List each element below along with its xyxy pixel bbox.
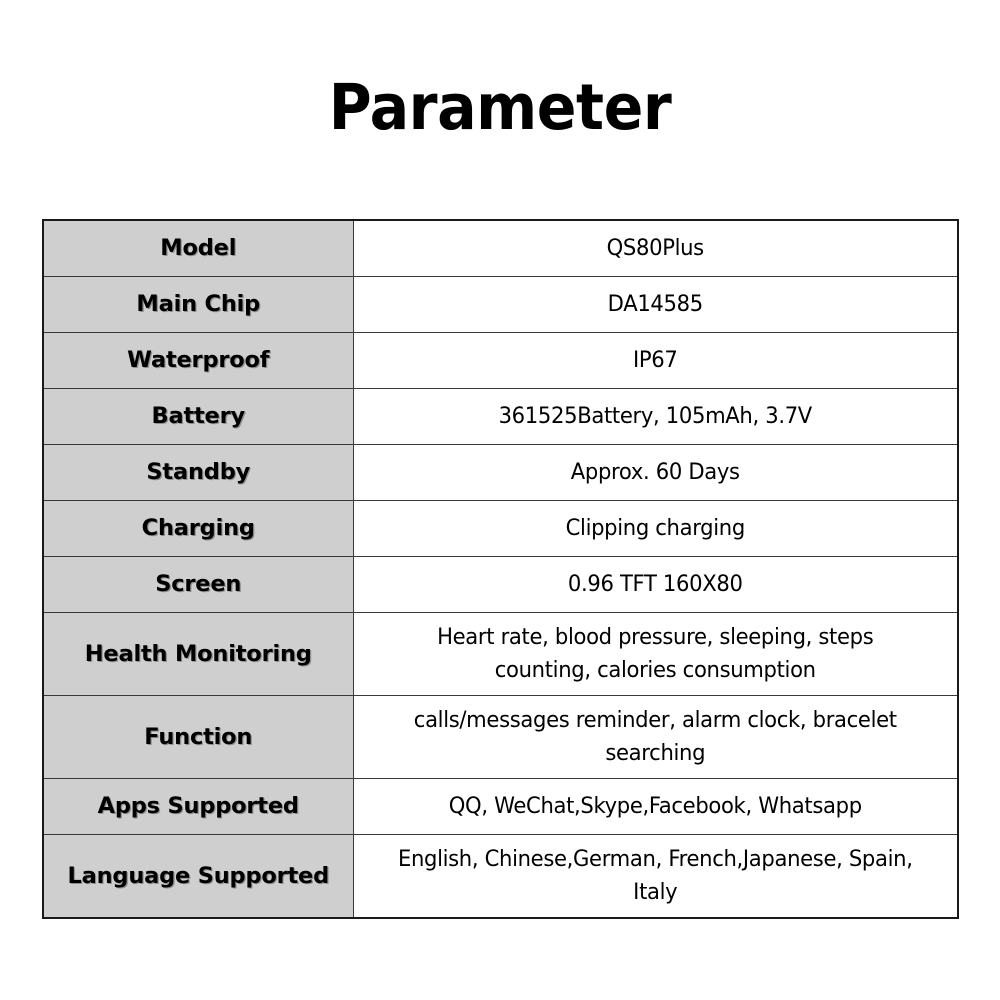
spec-label-screen: Screen: [42, 556, 354, 613]
spec-label-model: Model: [42, 219, 354, 277]
spec-label-main-chip: Main Chip: [42, 276, 354, 333]
spec-value-function: calls/messages reminder, alarm clock, br…: [364, 695, 947, 779]
spec-value-battery: 361525Battery, 105mAh, 3.7V: [364, 388, 947, 445]
spec-value-line: QQ, WeChat,Skype,Facebook, Whatsapp: [448, 794, 862, 819]
table-row: Function calls/messages reminder, alarm …: [42, 695, 958, 779]
spec-value-charging: Clipping charging: [364, 500, 947, 557]
table-row: Waterproof IP67: [42, 332, 958, 389]
spec-value-line: 0.96 TFT 160X80: [567, 572, 743, 597]
spec-value-line: IP67: [633, 348, 678, 373]
spec-label-health-monitoring: Health Monitoring: [42, 612, 354, 696]
spec-label-battery: Battery: [42, 388, 354, 445]
spec-value-line: searching: [605, 741, 706, 766]
spec-value-line: 361525Battery, 105mAh, 3.7V: [498, 404, 813, 429]
spec-value-line: English, Chinese,German, French,Japanese…: [397, 847, 913, 872]
table-row: Language Supported English, Chinese,Germ…: [42, 834, 958, 919]
spec-label-waterproof: Waterproof: [42, 332, 354, 389]
parameter-spec-sheet: Parameter Model QS80Plus Main Chip DA145…: [0, 0, 1000, 1000]
specification-table: Model QS80Plus Main Chip DA14585 Waterpr…: [42, 219, 959, 919]
table-row: Screen 0.96 TFT 160X80: [42, 556, 958, 613]
table-row: Standby Approx. 60 Days: [42, 444, 958, 501]
table-row: Health Monitoring Heart rate, blood pres…: [42, 612, 958, 696]
spec-value-standby: Approx. 60 Days: [364, 444, 947, 501]
spec-value-line: DA14585: [607, 292, 704, 317]
spec-value-language-supported: English, Chinese,German, French,Japanese…: [364, 834, 947, 919]
spec-value-line: Heart rate, blood pressure, sleeping, st…: [437, 625, 874, 650]
spec-value-line: Italy: [633, 880, 678, 905]
spec-value-line: QS80Plus: [606, 236, 705, 261]
table-row: Model QS80Plus: [42, 219, 958, 277]
page-title: Parameter: [328, 71, 672, 144]
spec-value-waterproof: IP67: [364, 332, 947, 389]
table-row: Battery 361525Battery, 105mAh, 3.7V: [42, 388, 958, 445]
spec-value-screen: 0.96 TFT 160X80: [364, 556, 947, 613]
spec-value-apps-supported: QQ, WeChat,Skype,Facebook, Whatsapp: [364, 778, 947, 835]
specification-table-body: Model QS80Plus Main Chip DA14585 Waterpr…: [42, 219, 958, 919]
spec-value-line: calls/messages reminder, alarm clock, br…: [413, 708, 897, 733]
spec-value-line: counting, calories consumption: [494, 658, 816, 683]
table-row: Charging Clipping charging: [42, 500, 958, 557]
spec-value-line: Approx. 60 Days: [570, 460, 740, 485]
spec-value-main-chip: DA14585: [364, 276, 947, 333]
spec-value-health-monitoring: Heart rate, blood pressure, sleeping, st…: [364, 612, 947, 696]
table-row: Main Chip DA14585: [42, 276, 958, 333]
spec-value-model: QS80Plus: [364, 219, 947, 277]
table-row: Apps Supported QQ, WeChat,Skype,Facebook…: [42, 778, 958, 835]
spec-label-apps-supported: Apps Supported: [42, 778, 354, 835]
spec-label-standby: Standby: [42, 444, 354, 501]
spec-label-function: Function: [42, 695, 354, 779]
spec-value-line: Clipping charging: [565, 516, 746, 541]
spec-label-charging: Charging: [42, 500, 354, 557]
spec-label-language-supported: Language Supported: [42, 834, 354, 919]
